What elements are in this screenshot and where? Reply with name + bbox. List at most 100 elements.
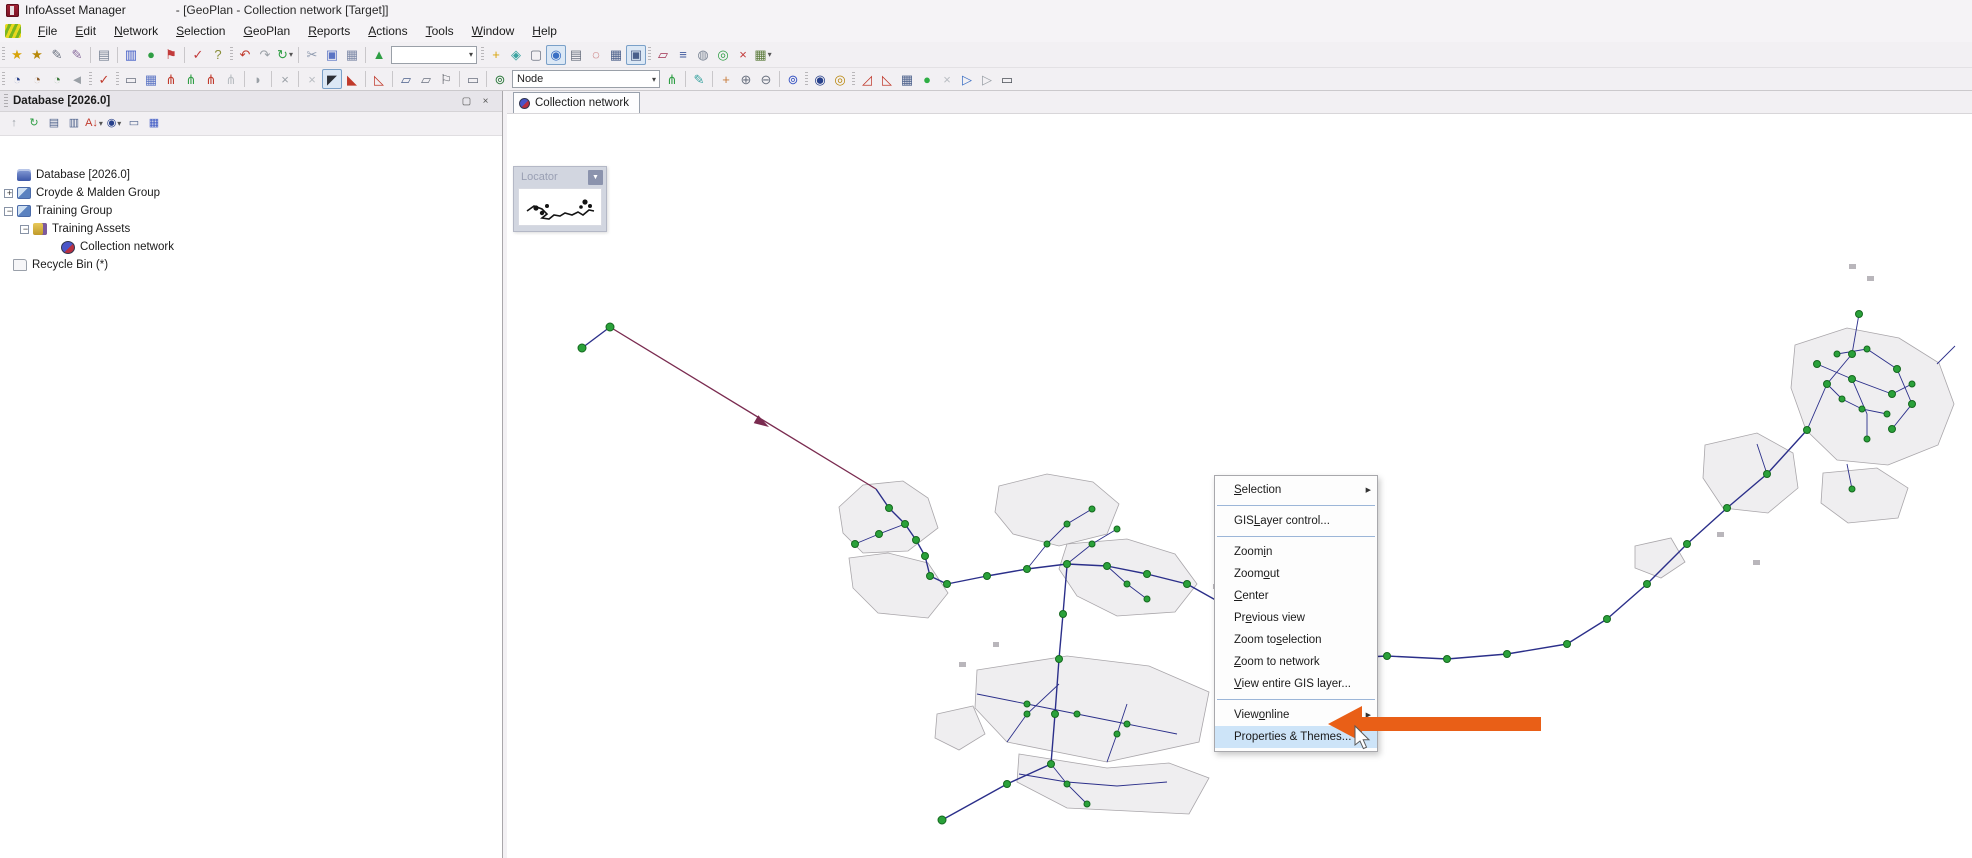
sql-icon[interactable]: ▭ ▾ ▾ <box>121 69 141 89</box>
merge-green-icon[interactable]: ⋔ ▾ ▾ <box>181 69 201 89</box>
geoplan-window-icon[interactable]: ◉ ▾ ▾ <box>546 44 566 65</box>
key-icon[interactable]: ? ▾ ▾ <box>208 45 228 65</box>
panel-close-button[interactable]: × <box>479 96 492 107</box>
stamp-icon[interactable]: ▱ ▾ ▾ <box>416 69 436 89</box>
select-arrow-icon[interactable]: ▷ ▾ ▾ <box>957 69 977 89</box>
print-icon[interactable]: ▤ ▾ ▾ <box>94 45 114 65</box>
merge-mixed-icon[interactable]: ⋔ ▾ ▾ <box>201 69 221 89</box>
cut-icon[interactable]: ✂ ▾ ▾ <box>302 45 322 65</box>
menu-item-view-entire-gis-layer[interactable]: View entire GIS layer... <box>1215 673 1377 695</box>
menu-selection[interactable]: Selection <box>167 22 234 40</box>
no-select-flag-icon[interactable]: ◺ ▾ ▾ <box>877 69 897 89</box>
menu-edit[interactable]: Edit <box>66 22 105 40</box>
menu-item-selection[interactable]: Selection ▶ <box>1215 479 1377 501</box>
history-add-icon[interactable]: ◔ ▾ ▾ <box>27 69 47 89</box>
new-window-icon[interactable]: ▢ ▾ ▾ <box>526 45 546 65</box>
flag-icon[interactable]: ⚑ ▾ ▾ <box>161 45 181 65</box>
menu-item-properties-themes[interactable]: Properties & Themes... <box>1215 726 1377 748</box>
merge-red-icon[interactable]: ⋔ ▾ ▾ <box>161 69 181 89</box>
clear-icon[interactable]: × ▾ ▾ <box>302 69 322 89</box>
find-icon[interactable]: ◌ ▾ ▾ <box>586 45 606 65</box>
close-selection-icon[interactable]: × ▾ ▾ <box>275 69 295 89</box>
undo-icon[interactable]: ↶ ▾ ▾ <box>235 45 255 65</box>
history-icon[interactable]: ◔ ▾ ▾ <box>7 69 27 89</box>
tree-item-database[interactable]: Database [2026.0] <box>0 166 502 184</box>
refresh-icon[interactable]: ↻ ▾ ▾ <box>275 45 295 65</box>
sync-icon[interactable]: ◎ ▾ ▾ <box>713 45 733 65</box>
find-in-tree-icon[interactable]: ◉ ▾ <box>104 114 124 134</box>
deselect-polygon-icon[interactable]: ◺ ▾ ▾ <box>369 69 389 89</box>
menu-item-center[interactable]: Center <box>1215 585 1377 607</box>
notes-icon[interactable]: ▱ ▾ ▾ <box>653 45 673 65</box>
zoom-in-icon[interactable]: ⊕ ▾ ▾ <box>736 69 756 89</box>
tree-expander[interactable] <box>20 224 30 235</box>
menu-item-previous-view[interactable]: Pr e vious view <box>1215 607 1377 629</box>
database-panel-header[interactable]: Database [2026.0] ▢ × <box>0 91 502 112</box>
form-window-icon[interactable]: ▤ ▾ ▾ <box>566 45 586 65</box>
table-options-icon[interactable]: ▦ ▾ ▾ <box>753 45 773 65</box>
globe-select-icon[interactable]: ⊚ ▾ ▾ <box>783 69 803 89</box>
tree-item-training-assets[interactable]: Training Assets <box>0 220 502 238</box>
edit-properties-icon[interactable]: ✎ ▾ ▾ <box>67 45 87 65</box>
menu-item-zoom-to-network[interactable]: Zoom to network <box>1215 651 1377 673</box>
menu-item-zoom-out[interactable]: Zoom o ut <box>1215 563 1377 585</box>
map-window-icon[interactable]: ▣ ▾ ▾ <box>626 44 646 65</box>
spellcheck-icon[interactable]: ✓ ▾ ▾ <box>94 69 114 89</box>
find-history-icon[interactable]: ◉ ▾ ▾ <box>810 69 830 89</box>
mute-icon[interactable]: ◄ ▾ ▾ <box>67 69 87 89</box>
object-type-combo[interactable]: Node▾ ▾ <box>510 69 662 89</box>
menu-tools[interactable]: Tools <box>417 22 463 40</box>
monitor-icon[interactable]: ▭ ▾ <box>124 114 144 134</box>
properties-window-icon[interactable]: ▦ ▾ ▾ <box>897 69 917 89</box>
copy-icon[interactable]: ▣ ▾ ▾ <box>322 45 342 65</box>
paste-icon[interactable]: ▦ ▾ ▾ <box>342 45 362 65</box>
pan-hand-icon[interactable]: + ▾ ▾ <box>716 69 736 89</box>
delete-icon[interactable]: × ▾ ▾ <box>733 45 753 65</box>
table-view-icon[interactable]: ▦ ▾ ▾ <box>141 69 161 89</box>
scenario-combo[interactable]: ▾ ▾ <box>389 45 479 65</box>
tab-collection-network[interactable]: Collection network <box>513 92 640 113</box>
select-pointer-icon[interactable]: ◤ ▾ ▾ <box>322 69 342 89</box>
user-icon[interactable]: ◗ ▾ ▾ <box>248 69 268 89</box>
tree-item-recycle-bin[interactable]: Recycle Bin (*) <box>0 256 502 274</box>
move-up-icon[interactable]: ↑ ▾ <box>4 114 24 134</box>
ruler-icon[interactable]: ▭ ▾ ▾ <box>463 69 483 89</box>
tree-expander[interactable] <box>4 206 14 217</box>
blocks-icon[interactable]: ▦ ▾ <box>144 114 164 134</box>
refresh-tree-icon[interactable]: ↻ ▾ <box>24 114 44 134</box>
map-canvas[interactable]: Locator ▼ Selection ▶ GIS L ayer control… <box>507 114 1972 858</box>
details-view-icon[interactable]: ▤ ▾ <box>44 114 64 134</box>
tree-item-croyde-malden-group[interactable]: Croyde & Malden Group <box>0 184 502 202</box>
db-tools-icon[interactable]: ◍ ▾ ▾ <box>693 45 713 65</box>
pan-select-icon[interactable]: ▱ ▾ ▾ <box>396 69 416 89</box>
save-icon[interactable]: ▥ ▾ ▾ <box>121 45 141 65</box>
link-icon[interactable]: ◈ ▾ ▾ <box>506 45 526 65</box>
flag-edit-icon[interactable]: ⚐ ▾ ▾ <box>436 69 456 89</box>
menu-file[interactable]: File <box>29 22 66 40</box>
menu-geoplan[interactable]: GeoPlan <box>234 22 299 40</box>
brush-icon[interactable]: ✎ ▾ ▾ <box>689 69 709 89</box>
menu-item-view-online[interactable]: View o nline ▶ <box>1215 704 1377 726</box>
menu-item-zoom-to-selection[interactable]: Zoom to s election <box>1215 629 1377 651</box>
tree-item-training-group[interactable]: Training Group <box>0 202 502 220</box>
panel-float-button[interactable]: ▢ <box>460 96 473 107</box>
select-polygon-icon[interactable]: ◣ ▾ ▾ <box>342 69 362 89</box>
select-add-icon[interactable]: ▷ ▾ ▾ <box>977 69 997 89</box>
preview-window-icon[interactable]: ▥ ▾ <box>64 114 84 134</box>
menu-actions[interactable]: Actions <box>359 22 416 40</box>
sort-icon[interactable]: A↓ ▾ <box>84 114 104 134</box>
redo-icon[interactable]: ↷ ▾ ▾ <box>255 45 275 65</box>
layers-icon[interactable]: ≡ ▾ ▾ <box>673 45 693 65</box>
object-type-globe-icon[interactable]: ⊚ ▾ ▾ <box>490 69 510 89</box>
no-select-icon[interactable]: ◿ ▾ ▾ <box>857 69 877 89</box>
new-icon[interactable]: ★ ▾ ▾ <box>7 45 27 65</box>
tree-item-collection-network[interactable]: Collection network <box>0 238 502 256</box>
grid-window-icon[interactable]: ▦ ▾ ▾ <box>606 45 626 65</box>
locator-window[interactable]: Locator ▼ <box>513 166 607 232</box>
menu-item-zoom-in[interactable]: Zoom in <box>1215 541 1377 563</box>
menu-reports[interactable]: Reports <box>299 22 359 40</box>
zoom-out-icon[interactable]: ⊖ ▾ ▾ <box>756 69 776 89</box>
add-database-icon[interactable]: + ▾ ▾ <box>486 45 506 65</box>
validate-icon[interactable]: ✓ ▾ ▾ <box>188 45 208 65</box>
import-icon[interactable]: ▲ ▾ ▾ <box>369 45 389 65</box>
